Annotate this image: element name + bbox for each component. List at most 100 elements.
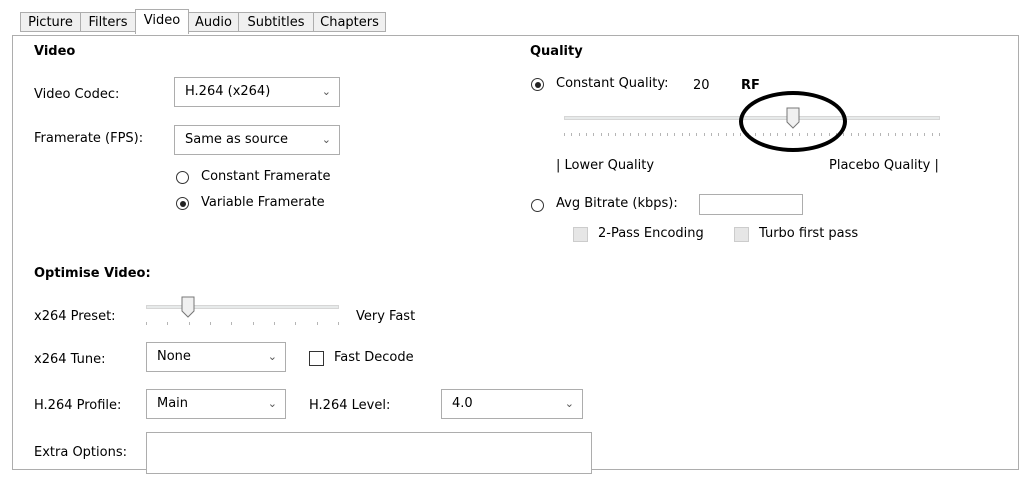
slider-tick: [726, 133, 727, 136]
slider-tick: [711, 133, 712, 136]
preset-label: x264 Preset:: [34, 309, 116, 324]
slider-tick: [338, 322, 339, 325]
slider-tick: [295, 322, 296, 325]
chevron-down-icon: ⌄: [321, 85, 331, 98]
slider-tick: [586, 133, 587, 136]
slider-tick: [917, 133, 918, 136]
slider-tick: [593, 133, 594, 136]
slider-tick: [253, 322, 254, 325]
slider-tick: [564, 133, 565, 136]
slider-tick: [667, 133, 668, 136]
turbo-first-pass-label: Turbo first pass: [759, 226, 859, 241]
slider-tick: [733, 133, 734, 136]
quality-heading: Quality: [530, 44, 583, 59]
constant-framerate-label: Constant Framerate: [201, 169, 331, 184]
slider-tick: [682, 133, 683, 136]
slider-tick: [873, 133, 874, 136]
variable-framerate-label: Variable Framerate: [201, 195, 325, 210]
optimise-heading: Optimise Video:: [34, 266, 151, 281]
slider-tick: [645, 133, 646, 136]
chevron-down-icon: ⌄: [267, 397, 277, 410]
slider-tick: [638, 133, 639, 136]
framerate-value: Same as source: [185, 132, 289, 147]
video-codec-label: Video Codec:: [34, 87, 120, 102]
tune-value: None: [157, 349, 191, 364]
slider-tick: [932, 133, 933, 136]
slider-tick: [689, 133, 690, 136]
extra-options-label: Extra Options:: [34, 445, 127, 460]
tab-video[interactable]: Video: [135, 9, 189, 34]
slider-tick: [601, 133, 602, 136]
level-dropdown[interactable]: 4.0 ⌄: [441, 389, 583, 419]
slider-tick: [274, 322, 275, 325]
slider-tick: [895, 133, 896, 136]
chevron-down-icon: ⌄: [564, 397, 574, 410]
slider-tick: [231, 322, 232, 325]
video-codec-value: H.264 (x264): [185, 84, 271, 99]
level-value: 4.0: [452, 396, 473, 411]
level-label: H.264 Level:: [309, 398, 391, 413]
slider-tick: [660, 133, 661, 136]
slider-tick: [608, 133, 609, 136]
tab-chapters[interactable]: Chapters: [313, 12, 386, 32]
video-heading: Video: [34, 44, 76, 59]
framerate-label: Framerate (FPS):: [34, 131, 144, 146]
slider-tick: [615, 133, 616, 136]
slider-tick: [880, 133, 881, 136]
slider-tick: [674, 133, 675, 136]
slider-tick: [696, 133, 697, 136]
tab-subtitles[interactable]: Subtitles: [238, 12, 314, 32]
two-pass-label: 2-Pass Encoding: [598, 226, 704, 241]
tab-picture[interactable]: Picture: [20, 12, 81, 32]
profile-dropdown[interactable]: Main ⌄: [146, 389, 286, 419]
highlight-circle: [739, 91, 847, 152]
slider-tick: [910, 133, 911, 136]
preset-slider-track[interactable]: [146, 305, 339, 309]
clipped-top-text: [230, 0, 930, 5]
slider-tick: [210, 322, 211, 325]
slider-tick: [167, 322, 168, 325]
slider-tick: [888, 133, 889, 136]
tune-dropdown[interactable]: None ⌄: [146, 342, 286, 372]
two-pass-checkbox[interactable]: [573, 227, 588, 242]
slider-tick: [924, 133, 925, 136]
chevron-down-icon: ⌄: [321, 133, 331, 146]
rf-value: 20: [693, 78, 710, 93]
slider-tick: [652, 133, 653, 136]
slider-tick: [704, 133, 705, 136]
tab-audio[interactable]: Audio: [188, 12, 239, 32]
variable-framerate-radio[interactable]: [176, 197, 189, 210]
slider-tick: [146, 322, 147, 325]
slider-tick: [571, 133, 572, 136]
constant-quality-label: Constant Quality:: [556, 76, 669, 91]
slider-tick: [740, 133, 741, 136]
constant-framerate-radio[interactable]: [176, 171, 189, 184]
extra-options-input[interactable]: [146, 432, 592, 474]
fast-decode-label: Fast Decode: [334, 350, 414, 365]
framerate-dropdown[interactable]: Same as source ⌄: [174, 125, 340, 155]
tune-label: x264 Tune:: [34, 352, 106, 367]
slider-tick: [579, 133, 580, 136]
preset-value: Very Fast: [356, 309, 416, 324]
rf-unit: RF: [741, 78, 760, 93]
profile-value: Main: [157, 396, 189, 411]
chevron-down-icon: ⌄: [267, 350, 277, 363]
constant-quality-radio[interactable]: [531, 78, 544, 91]
fast-decode-checkbox[interactable]: [309, 351, 324, 366]
avg-bitrate-input[interactable]: [699, 194, 803, 215]
lower-quality-label: | Lower Quality: [556, 158, 655, 173]
slider-tick: [189, 322, 190, 325]
turbo-first-pass-checkbox[interactable]: [734, 227, 749, 242]
slider-tick: [902, 133, 903, 136]
slider-tick: [630, 133, 631, 136]
video-codec-dropdown[interactable]: H.264 (x264) ⌄: [174, 77, 340, 107]
preset-slider-thumb[interactable]: [181, 296, 195, 318]
slider-tick: [718, 133, 719, 136]
avg-bitrate-radio[interactable]: [531, 199, 544, 212]
tab-filters[interactable]: Filters: [80, 12, 136, 32]
preset-slider-ticks: [146, 322, 339, 325]
profile-label: H.264 Profile:: [34, 398, 122, 413]
slider-tick: [317, 322, 318, 325]
slider-tick: [851, 133, 852, 136]
slider-tick: [843, 133, 844, 136]
